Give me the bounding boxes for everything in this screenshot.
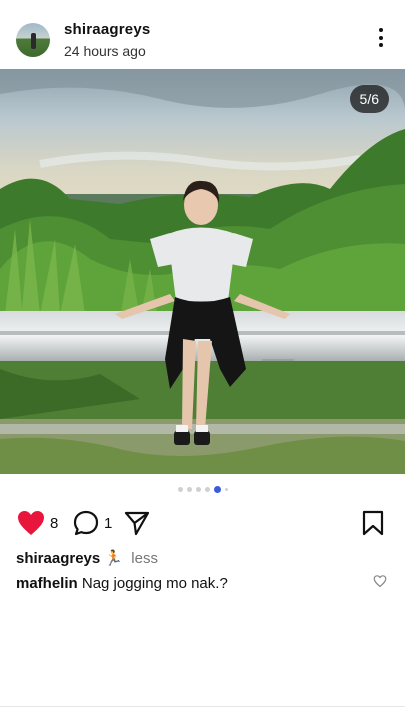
carousel-dot [177, 487, 183, 492]
comment-text: Nag jogging mo nak.? [81, 575, 228, 592]
comment-button[interactable]: 1 [72, 509, 112, 537]
more-options-icon[interactable] [371, 26, 391, 54]
bookmark-icon [362, 510, 384, 536]
post-photo[interactable]: 5/6 [0, 69, 405, 474]
speech-bubble-icon [73, 510, 99, 536]
image-counter-badge: 5/6 [349, 85, 389, 113]
comment-username[interactable]: mafhelin [16, 575, 78, 592]
carousel-dot [224, 488, 228, 491]
post-timestamp: 24 hours ago [64, 43, 146, 59]
post-caption: shiraagreys 🏃 less [16, 549, 158, 567]
post-username[interactable]: shiraagreys [64, 21, 150, 38]
share-button[interactable] [123, 509, 151, 537]
caption-emoji: 🏃 [104, 550, 124, 567]
bottom-divider [0, 706, 405, 707]
caption-less-link[interactable]: less [131, 550, 158, 567]
avatar[interactable] [16, 23, 50, 57]
heart-outline-icon[interactable] [373, 574, 387, 588]
carousel-dot [204, 487, 210, 492]
top-comment: mafhelin Nag jogging mo nak.? [16, 575, 388, 592]
like-count: 8 [50, 514, 59, 532]
carousel-indicator [0, 486, 405, 496]
post-photo-image [0, 69, 405, 474]
heart-filled-icon [18, 511, 44, 535]
paper-plane-icon [124, 511, 150, 536]
comment-count: 1 [104, 514, 113, 532]
like-button[interactable]: 8 [16, 509, 58, 537]
carousel-dot [195, 487, 201, 492]
carousel-dot [186, 487, 192, 492]
save-button[interactable] [361, 509, 385, 537]
caption-username[interactable]: shiraagreys [16, 550, 100, 567]
post-actions: 8 1 [0, 505, 405, 541]
post-header: shiraagreys 24 hours ago [0, 0, 405, 68]
carousel-dot-active [213, 486, 221, 493]
